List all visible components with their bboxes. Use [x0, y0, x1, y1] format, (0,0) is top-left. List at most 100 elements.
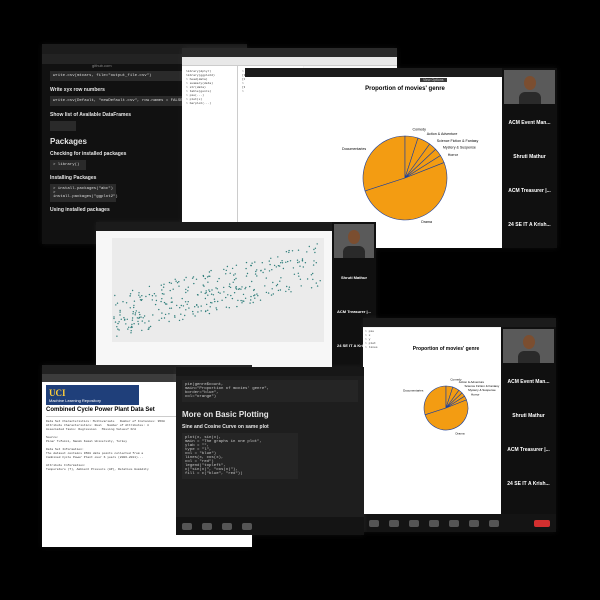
- scatter-point: [237, 299, 239, 302]
- scatter-point: [268, 260, 270, 262]
- scatter-point: [160, 284, 162, 286]
- video-button[interactable]: [389, 519, 399, 527]
- participants-button[interactable]: [429, 519, 439, 527]
- participant-video[interactable]: [503, 329, 554, 363]
- scatter-point: [262, 271, 264, 274]
- scatter-point: [162, 286, 165, 288]
- scatter-point: [232, 281, 234, 283]
- scatter-point: [270, 257, 272, 259]
- scatter-point: [152, 314, 154, 316]
- scatter-point: [272, 281, 274, 284]
- scatter-point: [140, 316, 142, 318]
- scatter-point: [312, 278, 314, 281]
- editor-pane[interactable]: library(dplyr) library(ggplot2) > head(dat…: [182, 66, 238, 223]
- scatter-point: [293, 273, 296, 275]
- pie-label: Horror: [448, 153, 459, 157]
- rstudio-editor[interactable]: > pie > x > y > plot > lines: [363, 328, 392, 514]
- mute-button[interactable]: [182, 522, 192, 530]
- scatter-point: [133, 306, 135, 309]
- chat-button[interactable]: [242, 522, 252, 530]
- scatter-point: [119, 314, 121, 316]
- scatter-point: [251, 262, 253, 264]
- scatter-point: [212, 294, 215, 296]
- scatter-point: [250, 264, 252, 267]
- scatter-point: [269, 263, 271, 266]
- scatter-point: [319, 280, 321, 282]
- scatter-point: [237, 288, 240, 290]
- scatter-point: [310, 287, 313, 289]
- scatter-point: [123, 317, 125, 319]
- video-button[interactable]: [202, 522, 212, 530]
- scatter-plot-svg: [112, 238, 324, 342]
- scatter-point: [253, 288, 255, 291]
- participant-name[interactable]: ACM Treasurer |...: [501, 433, 556, 467]
- window-titlebar: [182, 48, 397, 57]
- scatter-point: [228, 307, 230, 309]
- participant-video[interactable]: [334, 224, 374, 258]
- scatter-point: [301, 259, 304, 261]
- scatter-point: [141, 329, 143, 332]
- security-button[interactable]: [409, 519, 419, 527]
- scatter-point: [308, 245, 310, 248]
- zoom-meeting-controls: [176, 517, 364, 535]
- scatter-point: [174, 316, 176, 318]
- scatter-point: [202, 274, 204, 277]
- scatter-point: [134, 312, 137, 314]
- scatter-point: [219, 292, 221, 294]
- pie-chart-svg-small: Proportion of movies' genre Documentaries…: [403, 346, 500, 435]
- scatter-point: [119, 311, 121, 313]
- scatter-point: [128, 326, 130, 328]
- scatter-point: [155, 299, 158, 302]
- scatter-point: [170, 297, 173, 299]
- participants-button[interactable]: [222, 522, 232, 530]
- scatter-point: [225, 269, 227, 272]
- pie-label: Drama: [421, 220, 432, 224]
- scatter-point: [114, 294, 116, 297]
- scatter-point: [315, 282, 317, 284]
- scatter-point: [312, 264, 315, 266]
- participant-name[interactable]: ACM Event Man...: [501, 365, 556, 399]
- scatter-point: [291, 250, 294, 252]
- chat-button[interactable]: [449, 519, 459, 527]
- scatter-point: [142, 317, 144, 319]
- scatter-point: [312, 272, 314, 275]
- scatter-point: [176, 304, 178, 307]
- scatter-point: [178, 319, 181, 322]
- end-meeting-button[interactable]: [534, 519, 550, 527]
- scatter-point: [174, 278, 176, 280]
- scatter-point: [233, 279, 236, 281]
- share-screen-button[interactable]: [469, 519, 479, 527]
- scatter-point: [164, 313, 167, 316]
- scatter-point: [235, 277, 237, 280]
- scatter-point: [244, 297, 247, 299]
- scatter-point: [168, 281, 171, 284]
- scatter-point: [145, 295, 147, 298]
- participant-name[interactable]: ACM Treasurer |...: [502, 174, 557, 208]
- scatter-point: [178, 285, 180, 287]
- scatter-point: [117, 322, 119, 325]
- scatter-point: [272, 293, 274, 295]
- scatter-point: [300, 285, 302, 287]
- record-button[interactable]: [489, 519, 499, 527]
- scatter-point: [125, 323, 127, 325]
- notes-body: pie(genre$count, main="Proportion of mov…: [182, 377, 358, 482]
- participant-name[interactable]: Shruti Mathur: [332, 260, 376, 294]
- scatter-point: [181, 297, 183, 300]
- scatter-point: [182, 318, 184, 321]
- participant-name[interactable]: Shruti Mathur: [501, 399, 556, 433]
- scatter-point: [126, 318, 128, 320]
- scatter-point: [271, 288, 273, 290]
- scatter-point: [123, 319, 126, 321]
- participant-video[interactable]: [504, 70, 555, 104]
- scatter-point: [250, 299, 252, 301]
- scatter-point: [257, 295, 259, 297]
- mute-button[interactable]: [369, 519, 379, 527]
- participant-name[interactable]: Shruti Mathur: [502, 140, 557, 174]
- pie-label: Drama: [455, 431, 464, 435]
- participant-name[interactable]: 24 SE IT A Krish...: [501, 467, 556, 501]
- scatter-point: [170, 282, 172, 284]
- participant-name[interactable]: ACM Event Man...: [502, 106, 557, 140]
- participant-name[interactable]: 24 SE IT A Krish...: [502, 208, 557, 242]
- scatter-point: [280, 277, 282, 279]
- scatter-point: [197, 294, 199, 296]
